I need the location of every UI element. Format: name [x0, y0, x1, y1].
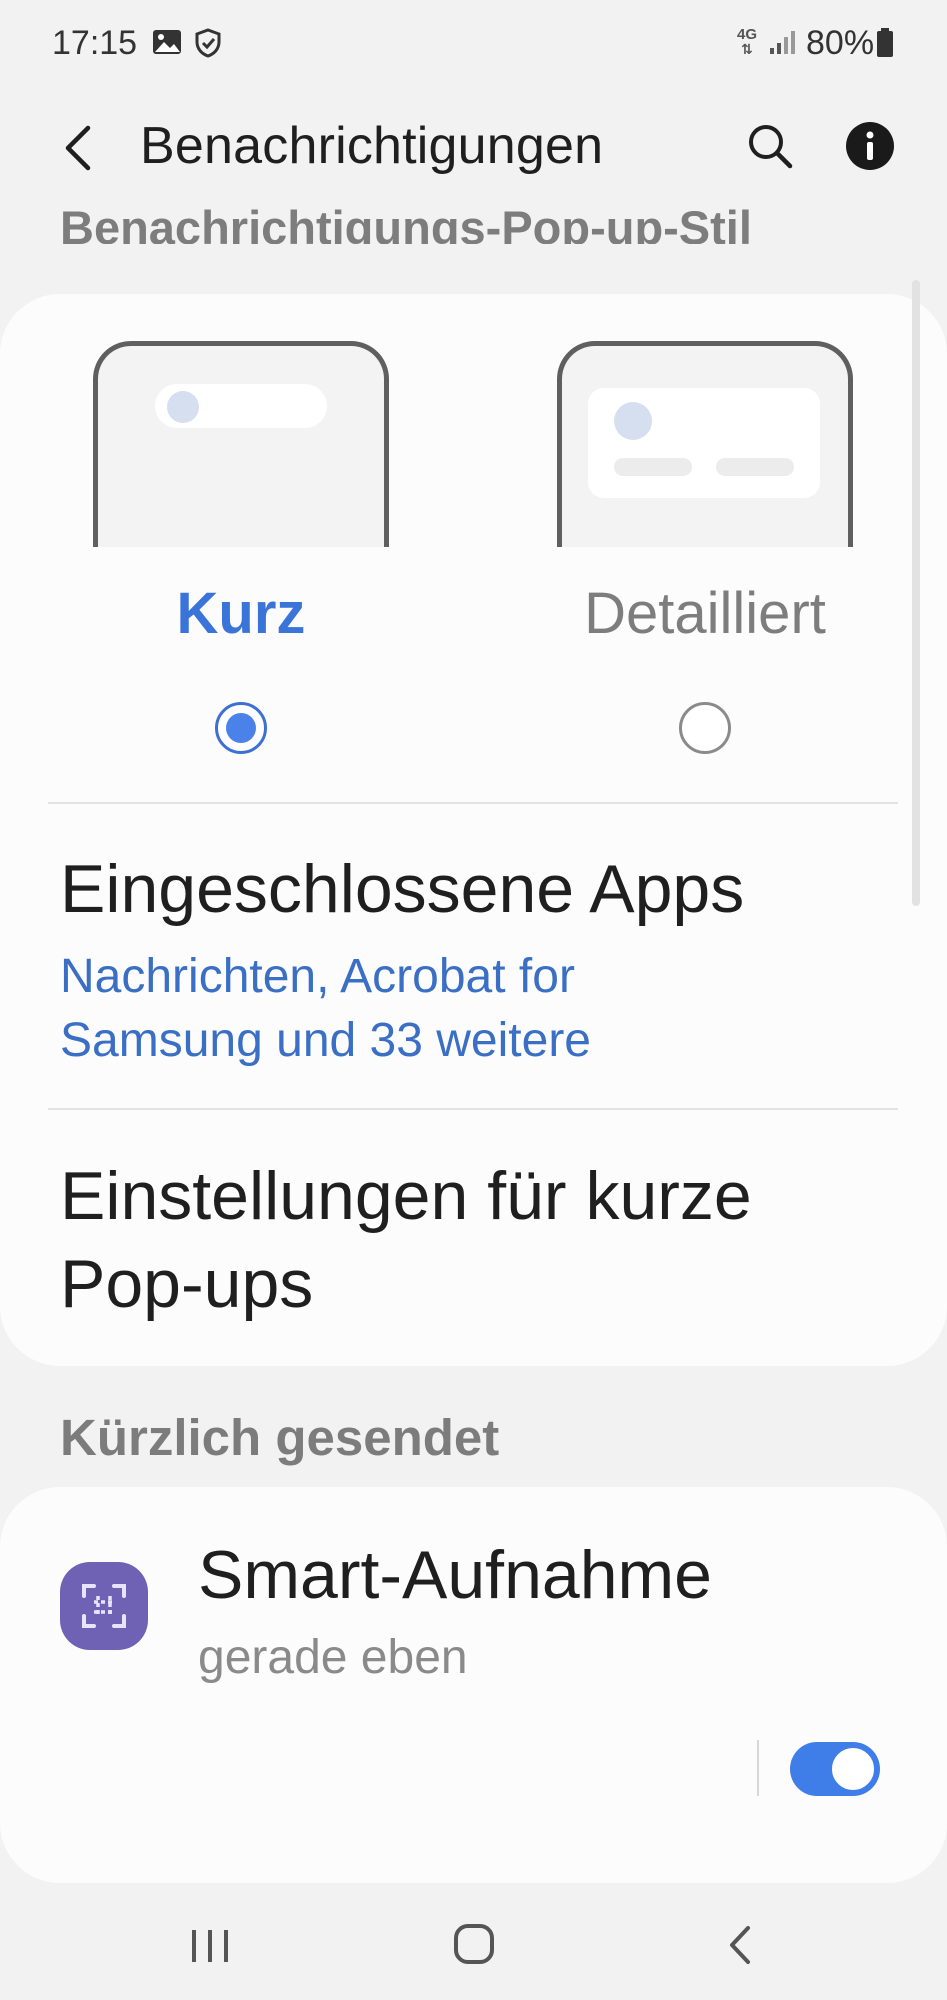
preview-dot [614, 402, 652, 440]
page-title: Benachrichtigungen [140, 117, 604, 175]
back-arrow-icon [65, 125, 91, 171]
included-apps-title: Eingeschlossene Apps [60, 851, 745, 927]
divider [48, 1108, 898, 1110]
shield-icon [194, 28, 222, 63]
status-bar: 17:15 4G ⇅ 80% [0, 0, 947, 90]
battery-percentage: 80% [806, 24, 875, 62]
info-button[interactable] [840, 116, 900, 176]
preview-line [614, 458, 692, 476]
network-type-icon: 4G ⇅ [736, 26, 757, 57]
home-button[interactable] [434, 1912, 514, 1978]
included-apps-subtitle: Nachrichten, Acrobat for Samsung und 33 … [60, 950, 591, 1067]
preview-line [716, 458, 794, 476]
divider [48, 802, 898, 804]
search-button[interactable] [740, 116, 800, 176]
popup-style-header: Benachrichtigungs-Pop-up-Stil [60, 201, 752, 244]
home-icon [454, 1924, 494, 1964]
recent-apps-button[interactable] [170, 1912, 250, 1978]
navigation-bar [0, 1890, 947, 2000]
status-time: 17:15 [52, 24, 138, 62]
radio-brief[interactable] [215, 702, 267, 754]
back-button[interactable] [52, 118, 112, 178]
info-icon [846, 122, 894, 170]
signal-icon [768, 28, 796, 61]
recent-app-time: gerade eben [198, 1631, 468, 1684]
scrollbar[interactable] [912, 280, 920, 906]
nav-back-button[interactable] [700, 1912, 780, 1978]
brief-popup-settings-row[interactable]: Einstellungen für kurze Pop-ups [60, 1152, 860, 1328]
gallery-icon [152, 28, 182, 61]
preview-dot [167, 391, 199, 423]
option-detailed-label[interactable]: Detailliert [545, 580, 865, 647]
option-brief-label[interactable]: Kurz [81, 580, 401, 647]
search-icon [749, 125, 793, 169]
smart-capture-toggle[interactable] [790, 1742, 880, 1796]
vertical-divider [757, 1740, 759, 1796]
toggle-knob [829, 1745, 877, 1793]
recent-apps-icon [192, 1930, 228, 1962]
recent-app-name: Smart-Aufnahme [198, 1537, 712, 1613]
brief-preview[interactable] [93, 341, 389, 547]
recently-sent-header: Kürzlich gesendet [60, 1409, 500, 1466]
detailed-preview[interactable] [557, 341, 853, 547]
smart-capture-icon [60, 1562, 148, 1650]
radio-detailed[interactable] [679, 702, 731, 754]
battery-icon [876, 28, 894, 63]
nav-back-icon [730, 1926, 750, 1964]
